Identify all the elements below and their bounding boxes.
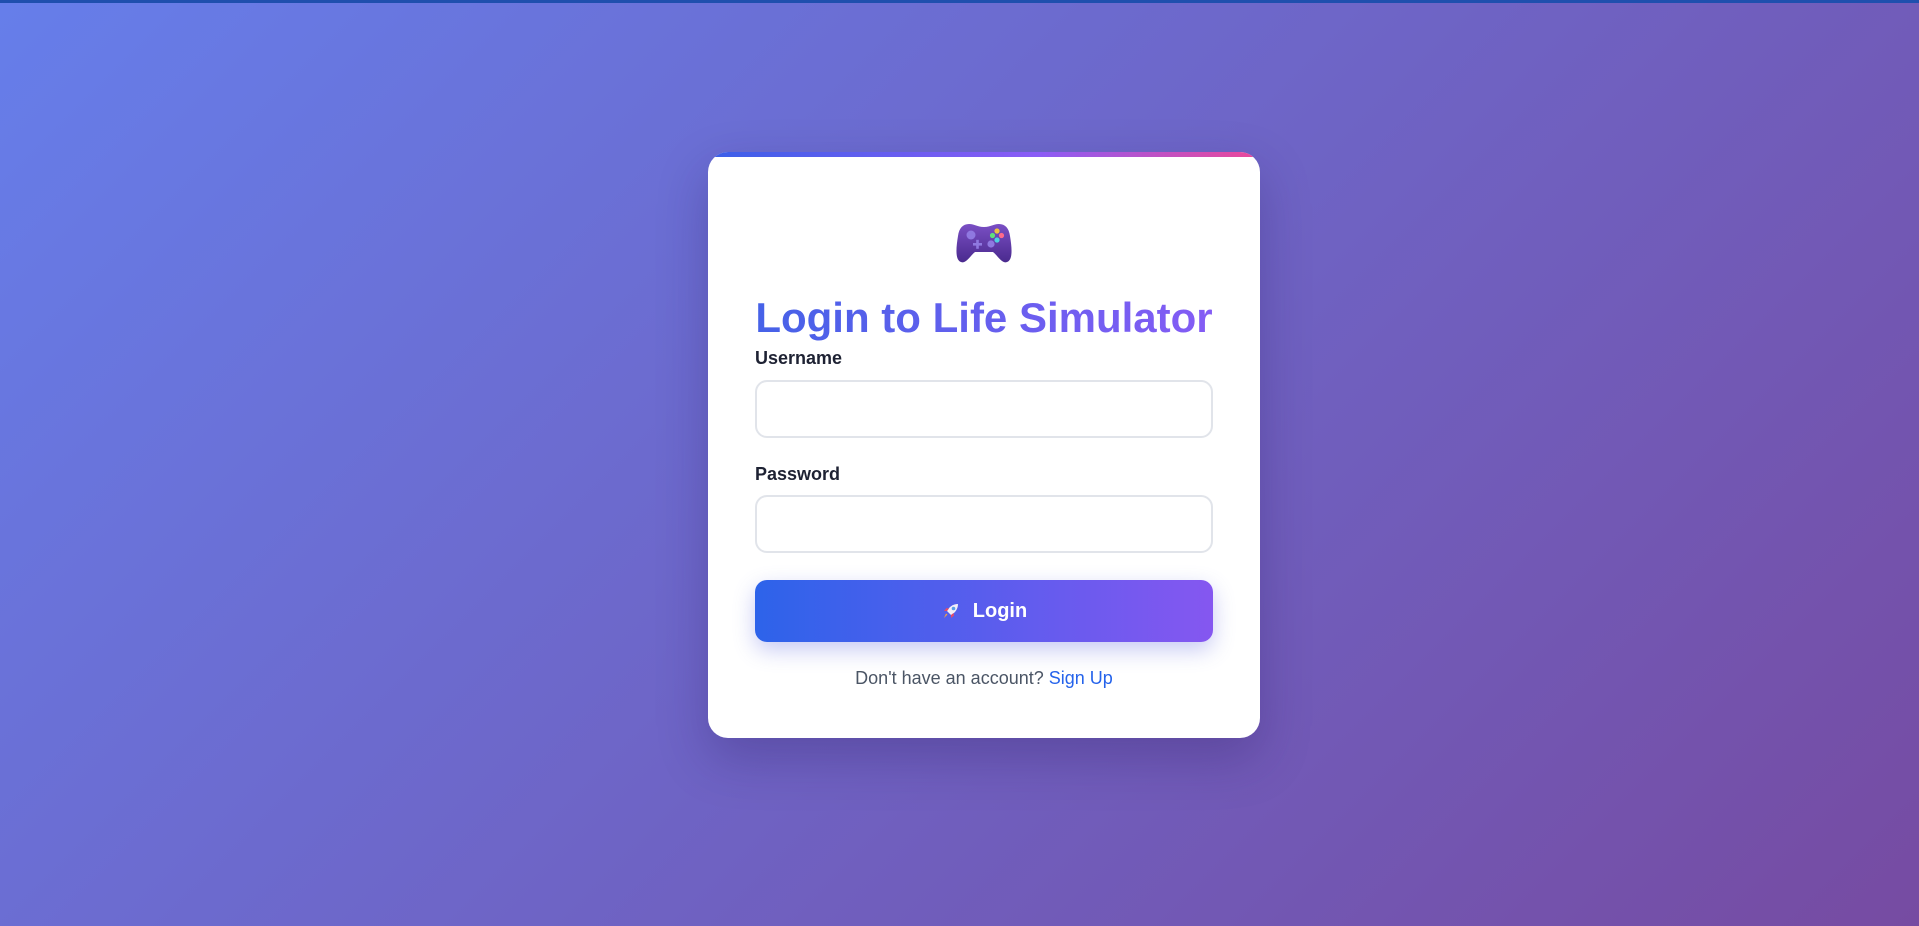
logo: [708, 218, 1260, 271]
signup-prompt: Don't have an account? Sign Up: [708, 668, 1260, 689]
login-button[interactable]: Login: [755, 580, 1213, 642]
signup-link[interactable]: Sign Up: [1049, 668, 1113, 688]
game-controller-icon: [955, 224, 1013, 270]
window-top-border: [0, 0, 1919, 3]
login-card: Login to Life Simulator Username Passwor…: [708, 152, 1260, 738]
card-accent-bar: [708, 152, 1260, 157]
username-label: Username: [755, 348, 843, 368]
signup-prompt-text: Don't have an account?: [855, 668, 1044, 688]
username-input[interactable]: [755, 380, 1213, 438]
rocket-icon: [941, 601, 961, 621]
password-label: Password: [755, 464, 841, 484]
password-input[interactable]: [755, 495, 1213, 553]
page-title: Login to Life Simulator: [708, 288, 1260, 348]
login-button-label: Login: [972, 599, 1028, 622]
